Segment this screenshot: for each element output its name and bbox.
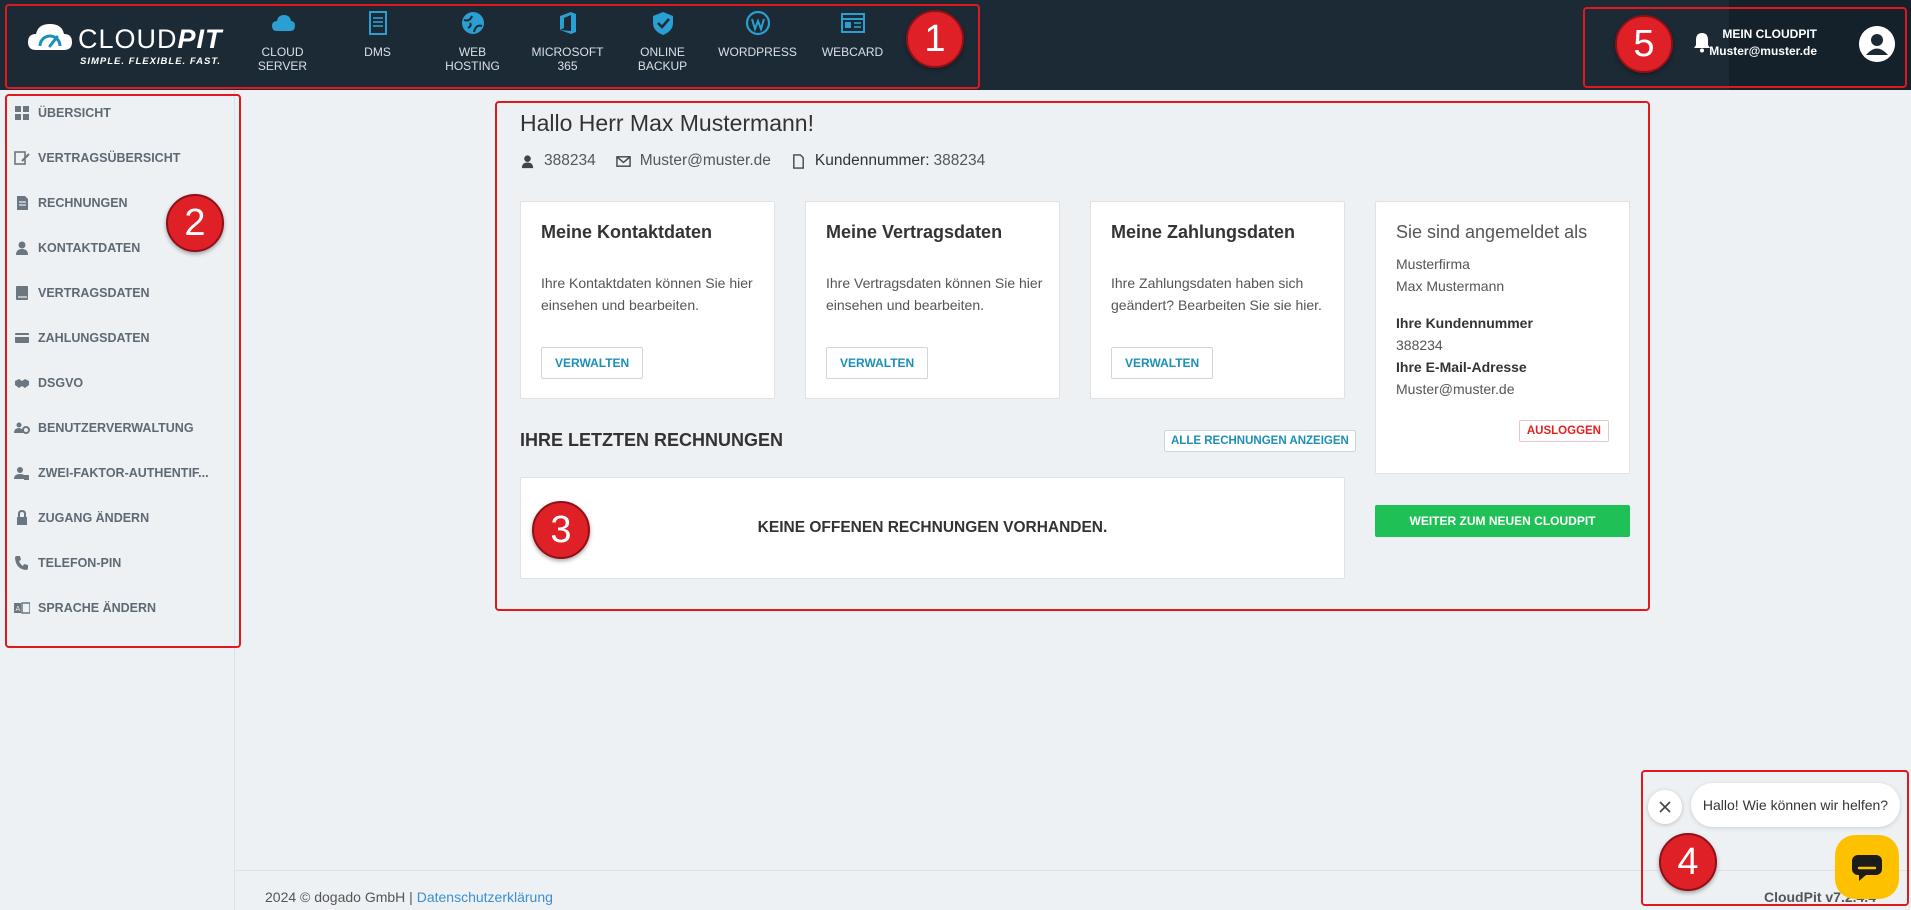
annotation-box-3	[495, 101, 1650, 611]
annotation-box-1	[5, 4, 980, 89]
annotation-marker-2: 2	[166, 194, 224, 252]
annotation-marker-3: 3	[532, 501, 590, 559]
annotation-marker-5: 5	[1615, 15, 1673, 73]
annotation-marker-1: 1	[906, 10, 964, 68]
copyright-text: 2024 © dogado GmbH |	[265, 889, 417, 905]
footer-copyright: 2024 © dogado GmbH | Datenschutzerklärun…	[265, 889, 553, 905]
privacy-link[interactable]: Datenschutzerklärung	[417, 889, 553, 905]
annotation-marker-4: 4	[1659, 833, 1717, 891]
annotation-box-2	[5, 94, 241, 648]
